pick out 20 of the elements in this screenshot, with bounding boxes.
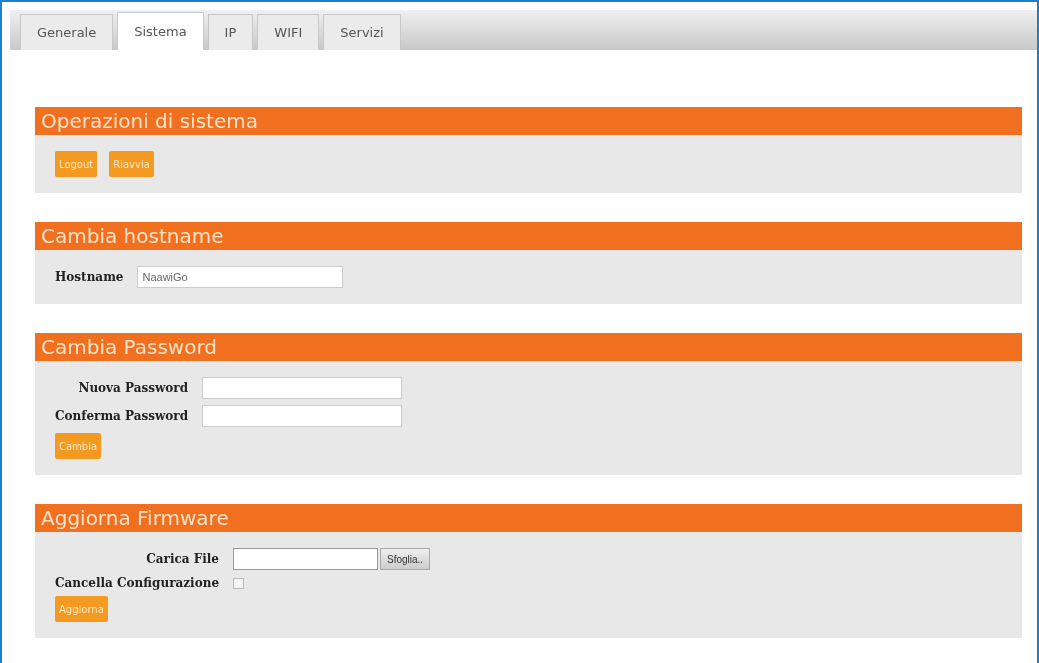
tab[interactable]: WIFI (257, 14, 320, 50)
field-label: Conferma Password (55, 409, 189, 423)
tab[interactable]: Sistema (117, 12, 204, 50)
section-header: Aggiorna Firmware (35, 504, 1022, 532)
tab[interactable]: Generale (20, 14, 114, 50)
input-field[interactable] (202, 405, 403, 427)
tab[interactable]: Servizi (323, 14, 401, 50)
checkbox[interactable] (233, 577, 244, 589)
section-header: Cambia Password (35, 333, 1022, 361)
section-header: Operazioni di sistema (35, 107, 1022, 135)
field-label: Cancella Configurazione (55, 576, 219, 590)
file-field[interactable] (233, 548, 378, 570)
field-label: Hostname (55, 270, 124, 284)
field-label: Nuova Password (78, 381, 189, 395)
browse-button[interactable]: Sfoglia.. (380, 548, 431, 570)
input-field[interactable] (202, 377, 403, 399)
input-field[interactable]: NaawiGo (137, 266, 344, 288)
tab[interactable]: IP (207, 14, 254, 50)
field-label: Carica File (146, 552, 219, 566)
section-header: Cambia hostname (35, 222, 1022, 250)
